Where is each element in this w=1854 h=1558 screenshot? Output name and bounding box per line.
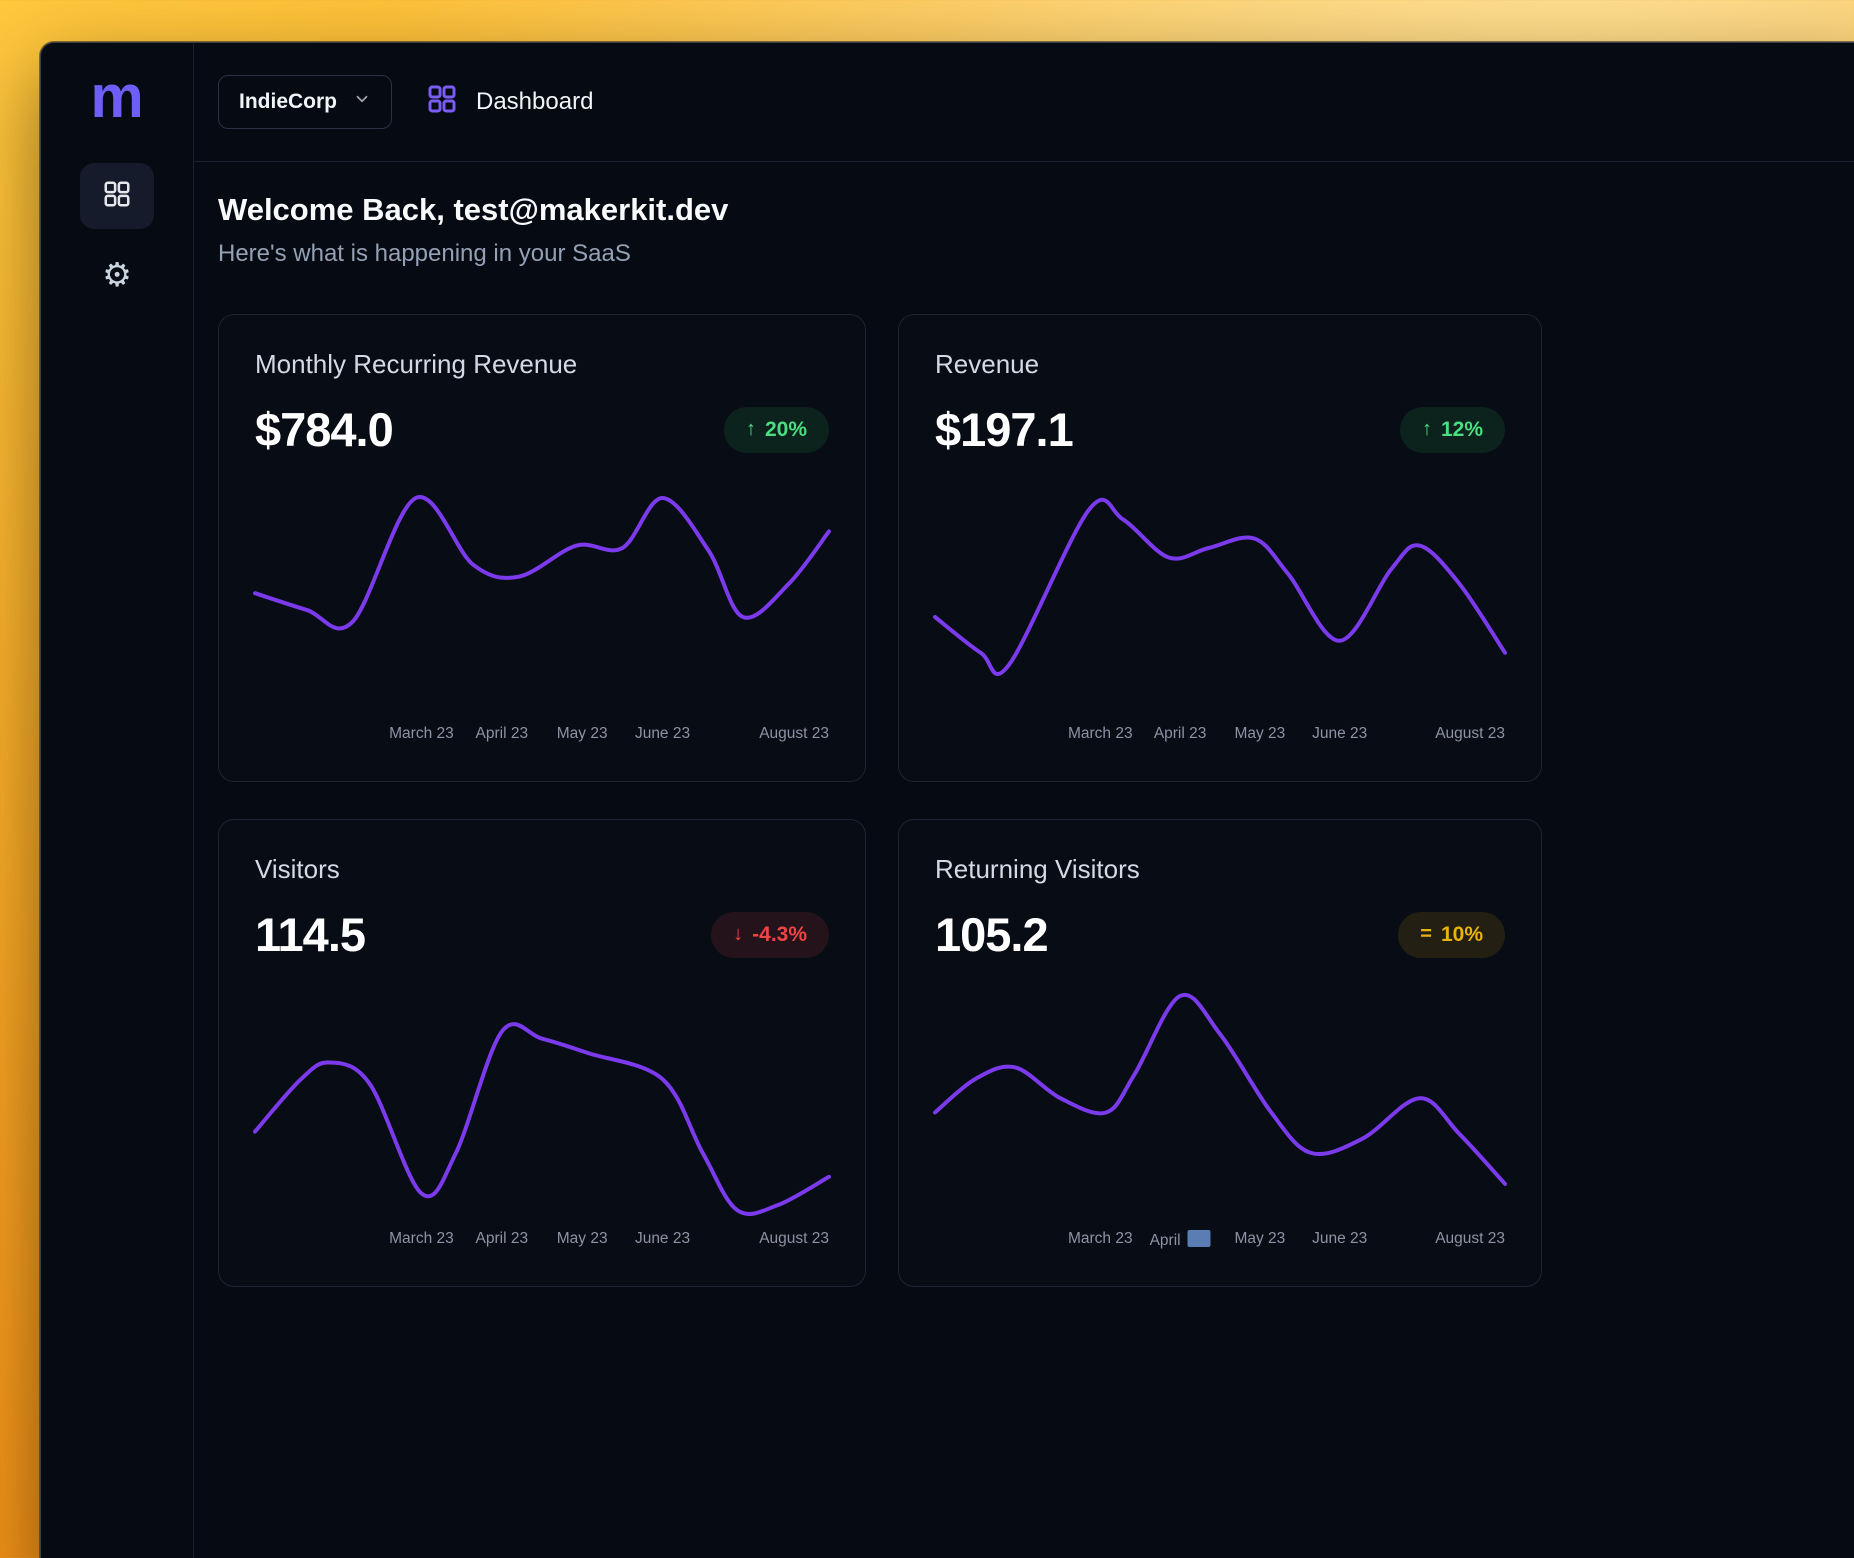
metric-cards-grid: Monthly Recurring Revenue $784.0 ↑ 20% M… xyxy=(218,314,1849,1287)
welcome-heading: Welcome Back, test@makerkit.dev xyxy=(218,192,1849,228)
x-axis-label: March 23 xyxy=(1068,1230,1133,1248)
x-axis-labels: March 23 April May 23 June 23 August 23 xyxy=(935,1230,1505,1252)
gear-icon: ⚙ xyxy=(102,258,132,291)
page-title-group: Dashboard xyxy=(426,83,593,122)
x-axis-label: June 23 xyxy=(1312,1230,1367,1248)
x-axis-labels: March 23 April 23 May 23 June 23 August 23 xyxy=(255,725,829,747)
card-title: Revenue xyxy=(935,349,1505,380)
trend-value: -4.3% xyxy=(752,923,807,947)
returning-visitors-card: Returning Visitors 105.2 = 10% March 23 A… xyxy=(898,819,1542,1287)
sidebar-item-dashboard[interactable] xyxy=(80,163,154,229)
x-axis-label: June 23 xyxy=(635,725,690,743)
arrow-down-icon: ↓ xyxy=(733,923,743,946)
line-chart: March 23 April 23 May 23 June 23 August 23 xyxy=(255,984,829,1252)
revenue-card: Revenue $197.1 ↑ 12% March 23 April 23 May… xyxy=(898,314,1542,782)
chart-svg xyxy=(935,479,1505,717)
chart-svg xyxy=(255,984,829,1222)
x-axis-label: August 23 xyxy=(1435,725,1505,743)
card-title: Returning Visitors xyxy=(935,854,1505,885)
x-axis-label: August 23 xyxy=(759,725,829,743)
x-axis-label: March 23 xyxy=(389,1230,454,1248)
chevron-down-icon xyxy=(353,90,371,114)
dashboard-grid-icon-purple xyxy=(426,83,458,122)
x-axis-label: April 23 xyxy=(476,1230,529,1248)
content: Welcome Back, test@makerkit.dev Here's w… xyxy=(194,162,1854,1287)
trend-value: 10% xyxy=(1441,923,1483,947)
line-chart: March 23 April May 23 June 23 August 23 xyxy=(935,984,1505,1252)
x-axis-labels: March 23 April 23 May 23 June 23 August 23 xyxy=(255,1230,829,1252)
dashboard-grid-icon xyxy=(102,179,132,214)
top-bar: IndieCorp Dashboard xyxy=(194,43,1854,162)
trend-badge: = 10% xyxy=(1398,912,1505,958)
metric-value: $784.0 xyxy=(255,402,393,457)
x-axis-label: May 23 xyxy=(557,725,608,743)
card-title: Visitors xyxy=(255,854,829,885)
x-axis-label: May 23 xyxy=(1234,1230,1285,1248)
sidebar: m ⚙ xyxy=(41,43,194,1558)
x-axis-label: May 23 xyxy=(1234,725,1285,743)
trend-value: 12% xyxy=(1441,418,1483,442)
trend-badge: ↑ 12% xyxy=(1400,407,1505,453)
makerkit-logo[interactable]: m xyxy=(90,67,143,127)
arrow-up-icon: ↑ xyxy=(746,418,756,441)
x-axis-label: June 23 xyxy=(635,1230,690,1248)
trend-badge: ↓ -4.3% xyxy=(711,912,829,958)
x-axis-label: April 23 xyxy=(1154,725,1207,743)
welcome-subtitle: Here's what is happening in your SaaS xyxy=(218,240,1849,268)
x-axis-label: March 23 xyxy=(389,725,454,743)
sidebar-item-settings[interactable]: ⚙ xyxy=(80,241,154,307)
equals-icon: = xyxy=(1420,923,1432,946)
selection-box xyxy=(1188,1230,1211,1247)
x-axis-label: August 23 xyxy=(1435,1230,1505,1248)
metric-value: 114.5 xyxy=(255,907,365,962)
mrr-card: Monthly Recurring Revenue $784.0 ↑ 20% M… xyxy=(218,314,866,782)
line-chart: March 23 April 23 May 23 June 23 August 23 xyxy=(935,479,1505,747)
x-axis-label: August 23 xyxy=(759,1230,829,1248)
metric-value: 105.2 xyxy=(935,907,1048,962)
main-area: IndieCorp Dashboard xyxy=(194,43,1854,1558)
chart-svg xyxy=(255,479,829,717)
x-axis-label: March 23 xyxy=(1068,725,1133,743)
line-chart: March 23 April 23 May 23 June 23 August 23 xyxy=(255,479,829,747)
trend-badge: ↑ 20% xyxy=(724,407,829,453)
card-title: Monthly Recurring Revenue xyxy=(255,349,829,380)
page-title: Dashboard xyxy=(476,88,593,116)
x-axis-label: May 23 xyxy=(557,1230,608,1248)
x-axis-label: June 23 xyxy=(1312,725,1367,743)
x-axis-labels: March 23 April 23 May 23 June 23 August 23 xyxy=(935,725,1505,747)
arrow-up-icon: ↑ xyxy=(1422,418,1432,441)
x-axis-label: April 23 xyxy=(476,725,529,743)
x-axis-label: April xyxy=(1150,1230,1211,1250)
chart-svg xyxy=(935,984,1505,1222)
organization-name: IndieCorp xyxy=(239,90,337,114)
trend-value: 20% xyxy=(765,418,807,442)
organization-selector[interactable]: IndieCorp xyxy=(218,75,392,129)
visitors-card: Visitors 114.5 ↓ -4.3% March 23April 23M… xyxy=(218,819,866,1287)
app-window: m ⚙ IndieCorp xyxy=(40,42,1854,1558)
metric-value: $197.1 xyxy=(935,402,1073,457)
